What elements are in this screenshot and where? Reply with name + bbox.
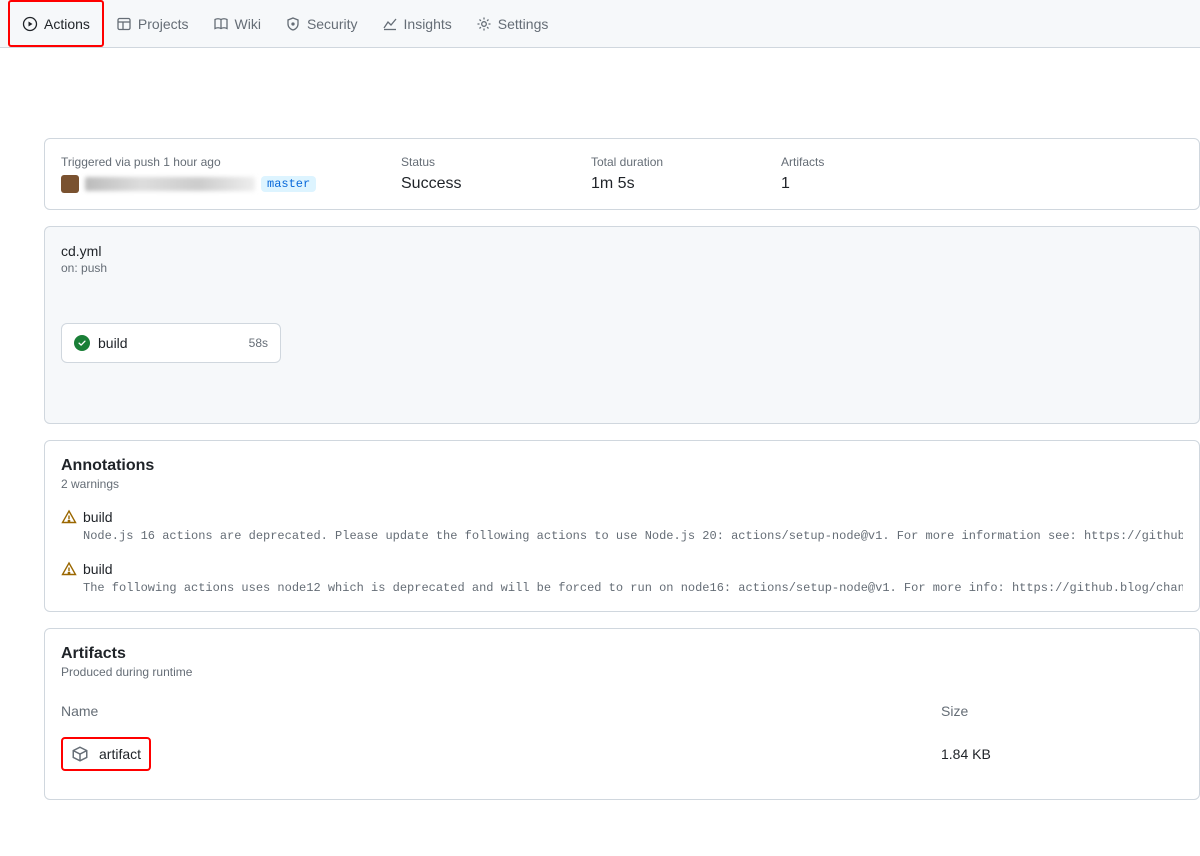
tab-security[interactable]: Security [273, 0, 370, 47]
main-content: Triggered via push 1 hour ago master Sta… [0, 48, 1200, 856]
tab-label: Projects [138, 16, 189, 32]
warning-icon [61, 561, 77, 577]
job-name: build [98, 335, 128, 351]
job-build[interactable]: build 58s [61, 323, 281, 363]
commit-text-redacted [85, 177, 255, 191]
status-label: Status [401, 155, 511, 169]
workflow-card: cd.yml on: push build 58s [44, 226, 1200, 424]
annotation-message: The following actions uses node12 which … [61, 581, 1183, 595]
tab-projects[interactable]: Projects [104, 0, 201, 47]
artifact-row[interactable]: artifact 1.84 KB [61, 725, 1183, 783]
artifacts-table-header: Name Size [61, 697, 1183, 725]
workflow-file-name[interactable]: cd.yml [61, 243, 1183, 259]
artifact-count-value: 1 [781, 175, 891, 193]
tab-insights[interactable]: Insights [370, 0, 464, 47]
annotation-job: build [83, 509, 113, 525]
warning-icon [61, 509, 77, 525]
artifact-count-label: Artifacts [781, 155, 891, 169]
tab-label: Insights [404, 16, 452, 32]
artifacts-subtitle: Produced during runtime [61, 665, 1183, 679]
column-size: Size [941, 703, 1183, 719]
annotation-row[interactable]: build Node.js 16 actions are deprecated.… [61, 509, 1183, 543]
annotation-job: build [83, 561, 113, 577]
tab-label: Actions [44, 16, 90, 32]
trigger-column: Triggered via push 1 hour ago master [61, 155, 321, 193]
artifacts-title: Artifacts [61, 645, 1183, 663]
trigger-line: master [61, 175, 321, 193]
job-duration: 58s [249, 336, 268, 350]
artifact-highlight: artifact [61, 737, 151, 771]
repo-tab-nav: Actions Projects Wiki Security Insights … [0, 0, 1200, 48]
duration-value: 1m 5s [591, 175, 701, 193]
book-icon [213, 16, 229, 32]
avatar [61, 175, 79, 193]
artifact-name: artifact [99, 746, 141, 762]
trigger-label: Triggered via push 1 hour ago [61, 155, 321, 169]
artifacts-card: Artifacts Produced during runtime Name S… [44, 628, 1200, 800]
annotations-title: Annotations [61, 457, 1183, 475]
table-icon [116, 16, 132, 32]
gear-icon [476, 16, 492, 32]
package-icon [71, 745, 89, 763]
graph-icon [382, 16, 398, 32]
workflow-trigger-on: on: push [61, 261, 1183, 275]
status-value: Success [401, 175, 511, 193]
annotations-subtitle: 2 warnings [61, 477, 1183, 491]
play-icon [22, 16, 38, 32]
annotations-card: Annotations 2 warnings build Node.js 16 … [44, 440, 1200, 612]
shield-icon [285, 16, 301, 32]
column-name: Name [61, 703, 941, 719]
annotation-message: Node.js 16 actions are deprecated. Pleas… [61, 529, 1183, 543]
status-column: Status Success [401, 155, 511, 193]
artifact-count-column: Artifacts 1 [781, 155, 891, 193]
tab-actions[interactable]: Actions [8, 0, 104, 47]
tab-settings[interactable]: Settings [464, 0, 561, 47]
duration-label: Total duration [591, 155, 701, 169]
tab-label: Security [307, 16, 358, 32]
tab-label: Settings [498, 16, 549, 32]
check-circle-icon [74, 335, 90, 351]
duration-column: Total duration 1m 5s [591, 155, 701, 193]
branch-badge[interactable]: master [261, 176, 316, 192]
annotation-row[interactable]: build The following actions uses node12 … [61, 561, 1183, 595]
artifact-size: 1.84 KB [941, 746, 1183, 762]
run-summary-card: Triggered via push 1 hour ago master Sta… [44, 138, 1200, 210]
tab-wiki[interactable]: Wiki [201, 0, 273, 47]
tab-label: Wiki [235, 16, 261, 32]
